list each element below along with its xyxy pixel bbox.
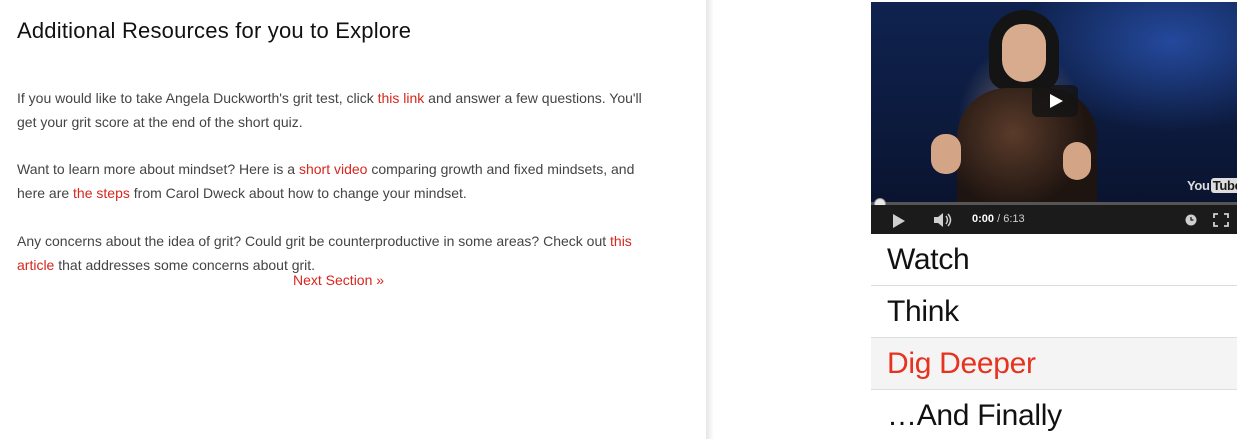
content-divider-shadow <box>706 0 714 439</box>
speaker-right-hand <box>1063 142 1091 180</box>
paragraph-text: that addresses some concerns about grit. <box>54 257 316 273</box>
play-icon <box>1050 94 1063 108</box>
paragraph-text: Want to learn more about mindset? Here i… <box>17 161 299 177</box>
page-title: Additional Resources for you to Explore <box>17 18 412 43</box>
speaker-left-hand <box>931 134 961 174</box>
video-time: 0:00 / 6:13 <box>972 213 1025 225</box>
paragraph-text: If you would like to take Angela Duckwor… <box>17 90 378 106</box>
youtube-logo-tube: Tube <box>1210 178 1237 193</box>
nav-item-dig-deeper[interactable]: Dig Deeper <box>871 338 1237 390</box>
youtube-logo[interactable]: YouTube <box>1187 178 1237 193</box>
the-steps-link[interactable]: the steps <box>73 185 130 201</box>
nav-item-think[interactable]: Think <box>871 286 1237 338</box>
next-section-link[interactable]: Next Section » <box>293 272 384 288</box>
video-frame[interactable]: YouTube <box>871 2 1237 202</box>
nav-item-and-finally[interactable]: …And Finally <box>871 390 1237 441</box>
grit-test-link[interactable]: this link <box>378 90 425 106</box>
video-duration: 6:13 <box>1003 213 1025 225</box>
paragraph-grit-test: If you would like to take Angela Duckwor… <box>17 86 657 134</box>
video-controls: 0:00 / 6:13 <box>871 205 1237 234</box>
short-video-link[interactable]: short video <box>299 161 367 177</box>
current-time: 0:00 <box>972 213 995 225</box>
fullscreen-icon[interactable] <box>1213 213 1229 227</box>
youtube-logo-you: You <box>1187 178 1210 193</box>
paragraph-text: from Carol Dweck about how to change you… <box>129 185 467 201</box>
big-play-button[interactable] <box>1032 85 1078 117</box>
time-separator: / <box>994 213 1004 225</box>
video-player[interactable]: YouTube 0:00 / 6:13 <box>871 2 1237 234</box>
section-nav: Watch Think Dig Deeper …And Finally <box>871 234 1237 441</box>
play-icon[interactable] <box>893 214 905 228</box>
paragraph-mindset: Want to learn more about mindset? Here i… <box>17 157 657 205</box>
clock-icon[interactable] <box>1185 214 1197 226</box>
speaker-face <box>1002 24 1046 82</box>
nav-item-watch[interactable]: Watch <box>871 234 1237 286</box>
paragraph-text: Any concerns about the idea of grit? Cou… <box>17 233 611 249</box>
main-content: Additional Resources for you to Explore … <box>0 0 706 439</box>
paragraph-grit-concerns: Any concerns about the idea of grit? Cou… <box>17 229 657 277</box>
volume-icon[interactable] <box>933 213 953 227</box>
